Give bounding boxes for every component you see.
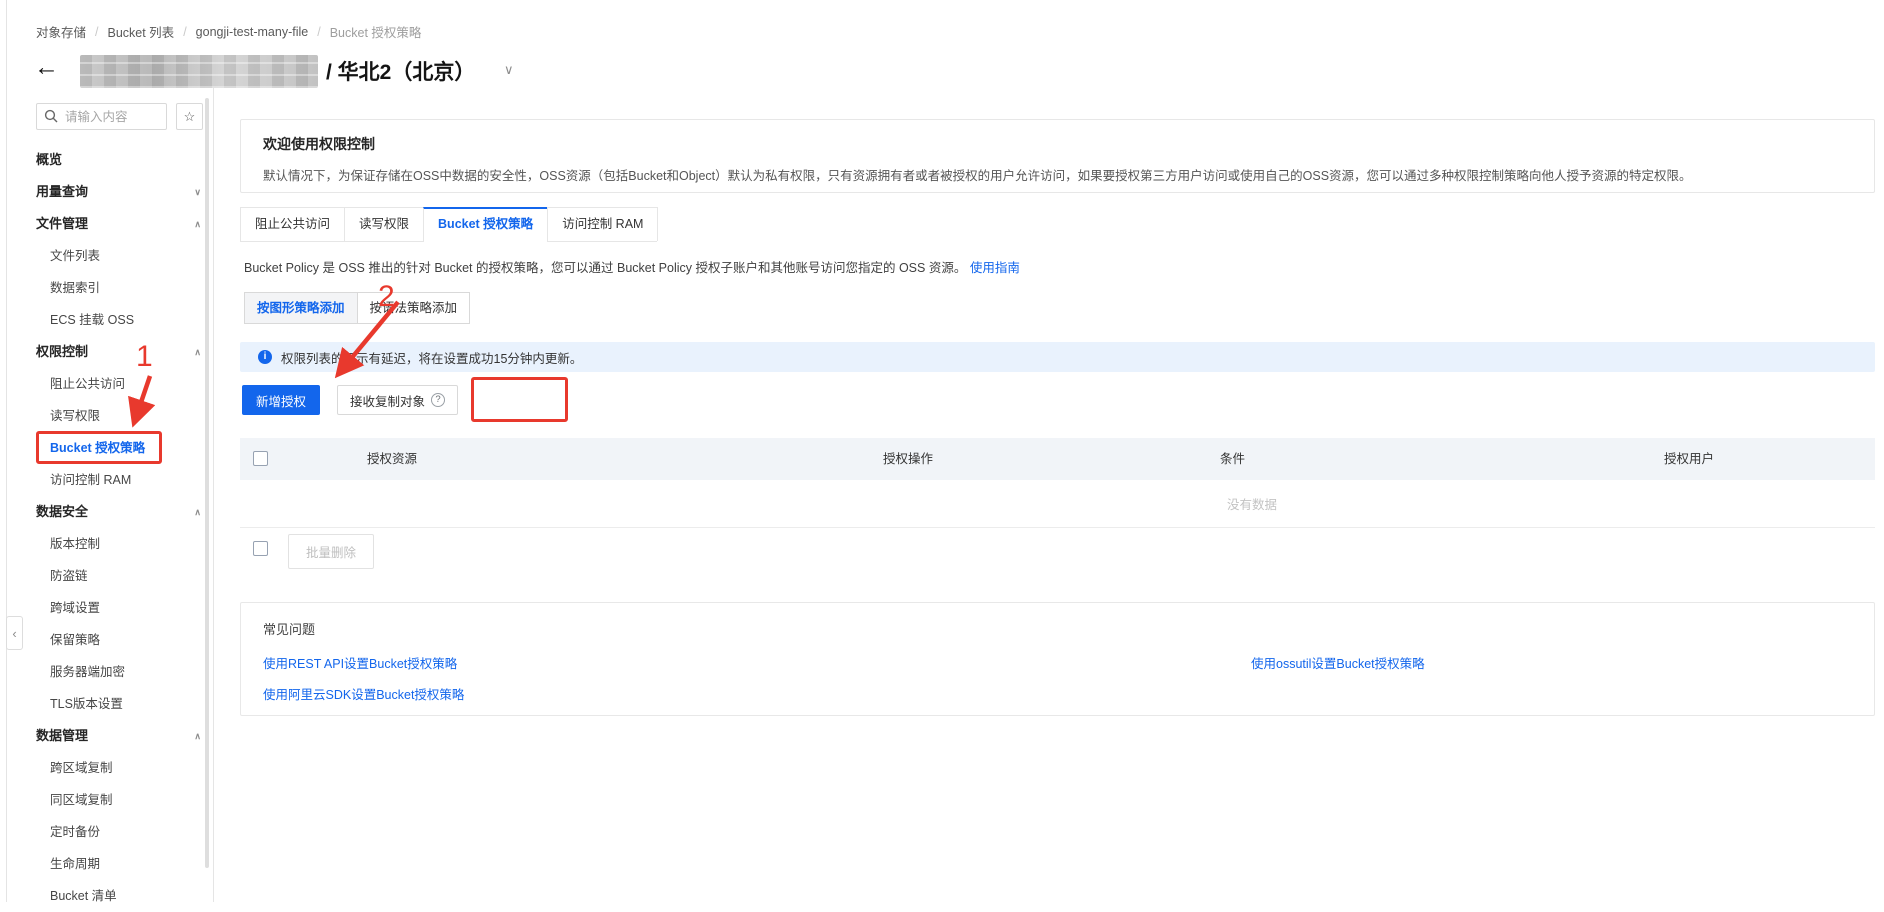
sidebar-item-data-management[interactable]: 数据管理∧ xyxy=(0,720,213,752)
sidebar-item-retention-policy[interactable]: 保留策略 xyxy=(0,624,213,656)
sidebar-item-tls-settings[interactable]: TLS版本设置 xyxy=(0,688,213,720)
footer-select-all-checkbox[interactable] xyxy=(253,541,268,556)
welcome-title: 欢迎使用权限控制 xyxy=(263,134,1852,154)
sidebar-item-bucket-inventory[interactable]: Bucket 清单 xyxy=(0,880,213,912)
breadcrumb-separator: / xyxy=(95,25,98,39)
sidebar-item-scheduled-backup[interactable]: 定时备份 xyxy=(0,816,213,848)
chevron-up-icon: ∧ xyxy=(194,208,201,240)
tab-bucket-policy[interactable]: Bucket 授权策略 xyxy=(423,207,548,242)
sidebar-item-file-management[interactable]: 文件管理∧ xyxy=(0,208,213,240)
annotation-box-add-button xyxy=(471,377,568,422)
add-by-graphic-policy-button[interactable]: 按图形策略添加 xyxy=(244,292,358,324)
chevron-down-icon: ∨ xyxy=(194,176,201,208)
batch-delete-button[interactable]: 批量删除 xyxy=(288,534,374,569)
sidebar-item-block-public-access[interactable]: 阻止公共访问 xyxy=(0,368,213,400)
tab-ram-access-control[interactable]: 访问控制 RAM xyxy=(547,207,658,241)
sidebar-item-ram-access-control[interactable]: 访问控制 RAM xyxy=(0,464,213,496)
sidebar-item-read-write-permission[interactable]: 读写权限 xyxy=(0,400,213,432)
select-all-checkbox[interactable] xyxy=(253,451,268,466)
breadcrumb-bucket-list[interactable]: Bucket 列表 xyxy=(108,22,175,41)
sidebar-item-server-side-encryption[interactable]: 服务器端加密 xyxy=(0,656,213,688)
faq-panel: 常见问题 使用REST API设置Bucket授权策略 使用阿里云SDK设置Bu… xyxy=(240,602,1875,716)
add-authorization-button[interactable]: 新增授权 xyxy=(242,385,320,415)
faq-link-rest-api[interactable]: 使用REST API设置Bucket授权策略 xyxy=(263,653,457,672)
sidebar-item-data-security[interactable]: 数据安全∧ xyxy=(0,496,213,528)
search-icon xyxy=(44,109,58,123)
welcome-panel: 欢迎使用权限控制 默认情况下，为保证存储在OSS中数据的安全性，OSS资源（包括… xyxy=(240,119,1875,193)
add-policy-mode-switch: 按图形策略添加 按语法策略添加 xyxy=(244,292,470,324)
annotation-step-1: 1 xyxy=(136,340,153,374)
policy-table-header: 授权资源 授权操作 条件 授权用户 xyxy=(240,438,1875,480)
info-icon: i xyxy=(258,350,272,364)
sidebar-collapse-button[interactable]: ‹ xyxy=(6,616,23,650)
sidebar-item-same-region-replication[interactable]: 同区域复制 xyxy=(0,784,213,816)
sidebar-item-permission-control[interactable]: 权限控制∧ xyxy=(0,336,213,368)
main-content: 欢迎使用权限控制 默认情况下，为保证存储在OSS中数据的安全性，OSS资源（包括… xyxy=(240,0,1875,902)
sidebar-item-data-indexing[interactable]: 数据索引 xyxy=(0,272,213,304)
chevron-up-icon: ∧ xyxy=(194,336,201,368)
favorite-star-icon[interactable]: ☆ xyxy=(176,103,203,130)
chevron-up-icon: ∧ xyxy=(194,720,201,752)
welcome-description: 默认情况下，为保证存储在OSS中数据的安全性，OSS资源（包括Bucket和Ob… xyxy=(263,165,1852,184)
sidebar-divider xyxy=(213,88,214,902)
sidebar-item-lifecycle[interactable]: 生命周期 xyxy=(0,848,213,880)
permission-tabs: 阻止公共访问 读写权限 Bucket 授权策略 访问控制 RAM xyxy=(240,207,658,242)
column-header-operation: 授权操作 xyxy=(883,438,933,480)
sidebar-item-ecs-mount-oss[interactable]: ECS 挂载 OSS xyxy=(0,304,213,336)
delay-notice-banner: i 权限列表的展示有延迟，将在设置成功15分钟内更新。 xyxy=(240,342,1875,372)
column-header-condition: 条件 xyxy=(1220,438,1245,480)
tab-read-write-permission[interactable]: 读写权限 xyxy=(344,207,424,241)
faq-link-sdk[interactable]: 使用阿里云SDK设置Bucket授权策略 xyxy=(263,684,464,703)
table-bottom-border xyxy=(240,527,1875,528)
faq-link-ossutil[interactable]: 使用ossutil设置Bucket授权策略 xyxy=(1251,653,1425,672)
sidebar-item-usage-query[interactable]: 用量查询∨ xyxy=(0,176,213,208)
faq-title: 常见问题 xyxy=(263,619,315,638)
usage-guide-link[interactable]: 使用指南 xyxy=(970,261,1020,275)
sidebar-item-versioning[interactable]: 版本控制 xyxy=(0,528,213,560)
chevron-up-icon: ∧ xyxy=(194,496,201,528)
breadcrumb-object-storage[interactable]: 对象存储 xyxy=(36,22,86,41)
table-empty-state: 没有数据 xyxy=(1227,494,1277,513)
column-header-user: 授权用户 xyxy=(1664,438,1714,480)
policy-description: Bucket Policy 是 OSS 推出的针对 Bucket 的授权策略，您… xyxy=(244,257,1020,276)
sidebar-item-cross-region-replication[interactable]: 跨区域复制 xyxy=(0,752,213,784)
sidebar-item-cors-settings[interactable]: 跨域设置 xyxy=(0,592,213,624)
annotation-step-2: 2 xyxy=(378,280,395,314)
receive-copied-objects-button[interactable]: 接收复制对象 ? xyxy=(337,385,458,415)
sidebar-menu: 概览 用量查询∨ 文件管理∧ 文件列表 数据索引 ECS 挂载 OSS 权限控制… xyxy=(0,144,213,912)
column-header-resource: 授权资源 xyxy=(367,438,417,480)
help-icon[interactable]: ? xyxy=(431,393,445,407)
add-by-syntax-policy-button[interactable]: 按语法策略添加 xyxy=(357,292,471,324)
sidebar-item-bucket-policy[interactable]: Bucket 授权策略 xyxy=(0,432,213,464)
delay-notice-text: 权限列表的展示有延迟，将在设置成功15分钟内更新。 xyxy=(281,348,582,367)
sidebar-item-file-list[interactable]: 文件列表 xyxy=(0,240,213,272)
tab-block-public-access[interactable]: 阻止公共访问 xyxy=(240,207,345,241)
sidebar-item-overview[interactable]: 概览 xyxy=(0,144,213,176)
breadcrumb-separator: / xyxy=(183,25,186,39)
sidebar-item-hotlink-protection[interactable]: 防盗链 xyxy=(0,560,213,592)
back-icon[interactable]: ← xyxy=(34,53,59,82)
